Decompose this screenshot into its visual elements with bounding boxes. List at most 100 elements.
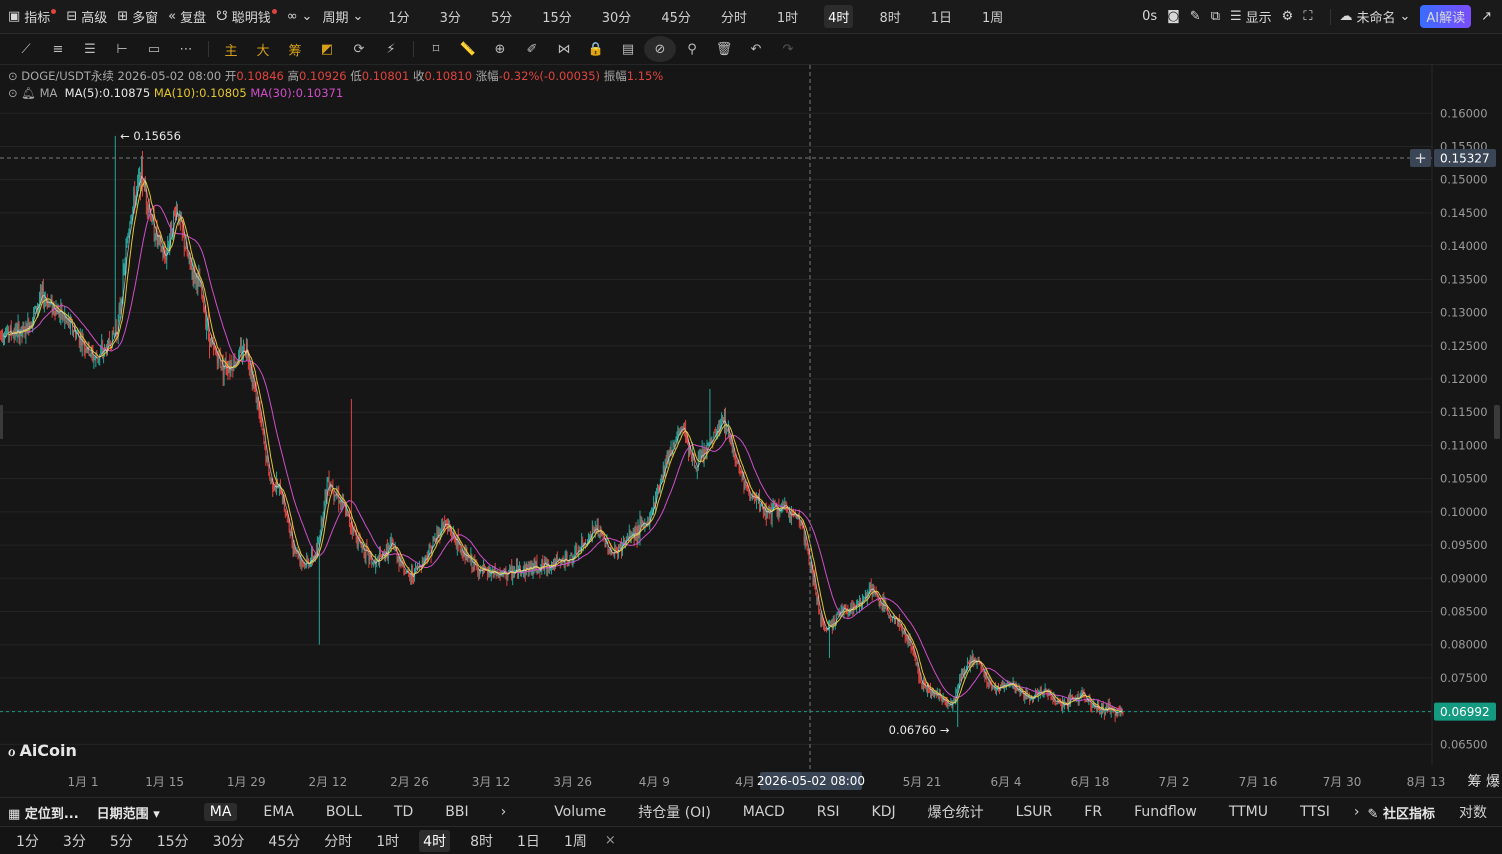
smart-money-menu[interactable]: ☋ 聪明钱 — [216, 7, 277, 26]
indicator-menu[interactable]: ▣ 指标 — [8, 7, 57, 26]
period-tab-6[interactable]: 分时 — [717, 5, 751, 28]
replay-menu[interactable]: «复盘 — [168, 7, 206, 26]
redo-icon[interactable]: ↷ — [772, 36, 804, 62]
period-tab-11[interactable]: 1周 — [978, 5, 1007, 28]
chip-icon[interactable]: 筹 — [279, 36, 311, 62]
sub-indicator-5[interactable]: 爆仓统计 — [922, 801, 990, 823]
bottom-period-4[interactable]: 30分 — [209, 830, 249, 852]
glasses-menu[interactable]: ∞ ⌄ — [287, 9, 313, 24]
sub-indicator-8[interactable]: Fundflow — [1128, 803, 1203, 821]
period-tab-4[interactable]: 30分 — [598, 5, 636, 28]
main-force-icon[interactable]: 主 — [215, 36, 247, 62]
bottom-period-9[interactable]: 8时 — [466, 830, 497, 852]
magnet-icon[interactable]: ⋈ — [548, 36, 580, 62]
horizontal-lines-icon[interactable]: ☰ — [74, 36, 106, 62]
filter-icon[interactable]: ⚲ — [676, 36, 708, 62]
link-icon[interactable]: ⊘ — [644, 36, 676, 62]
sub-indicator-1[interactable]: 持仓量 (OI) — [632, 801, 717, 823]
more-main-indicators-icon[interactable]: › — [495, 803, 513, 821]
candle-body — [1029, 697, 1031, 700]
ai-interpret-button[interactable]: AI解读 — [1420, 5, 1472, 28]
tag-icon[interactable]: ⌑ — [420, 36, 452, 62]
bottom-period-11[interactable]: 1周 — [560, 830, 591, 852]
chip-distribution-button[interactable]: 筹 — [1468, 774, 1482, 790]
price-chart[interactable]: 0.160000.155000.150000.145000.140000.135… — [0, 65, 1502, 795]
bottom-period-8[interactable]: 4时 — [419, 829, 451, 852]
rectangle-icon[interactable]: ▭ — [138, 36, 170, 62]
undo-icon[interactable]: ↶ — [740, 36, 772, 62]
main-indicator-0[interactable]: MA — [203, 803, 238, 821]
bell-icon[interactable]: 🔔︎ — [21, 86, 36, 100]
bottom-period-0[interactable]: 1分 — [12, 830, 43, 852]
period-tab-3[interactable]: 15分 — [538, 5, 576, 28]
sub-indicator-10[interactable]: TTSI — [1294, 803, 1336, 821]
refresh-icon[interactable]: ⟳ — [343, 36, 375, 62]
period-tab-5[interactable]: 45分 — [657, 5, 695, 28]
period-tab-1[interactable]: 3分 — [436, 5, 465, 28]
main-indicator-4[interactable]: BBI — [439, 803, 474, 821]
candle-body — [1051, 698, 1053, 700]
sub-indicator-2[interactable]: MACD — [737, 803, 791, 821]
trendline-tool-icon[interactable]: ⟋ — [10, 36, 42, 62]
community-indicator-button[interactable]: ✎ 社区指标 — [1368, 803, 1435, 822]
trash-icon[interactable]: 🗑 — [708, 36, 740, 62]
bottom-period-6[interactable]: 分时 — [320, 830, 356, 852]
pen-icon[interactable]: ✎ — [1190, 9, 1201, 24]
candle-body — [320, 518, 322, 532]
multi-window-menu[interactable]: ⊞ 多窗 — [117, 7, 158, 26]
advanced-menu[interactable]: ⊟ 高级 — [66, 7, 107, 26]
main-indicator-3[interactable]: TD — [388, 803, 419, 821]
trend-icon[interactable]: ↗ — [1481, 9, 1492, 24]
bottom-period-3[interactable]: 15分 — [153, 830, 193, 852]
main-indicator-1[interactable]: EMA — [257, 803, 300, 821]
zoom-icon[interactable]: ⊕ — [484, 36, 516, 62]
large-order-icon[interactable]: 大 — [247, 36, 279, 62]
parallel-lines-icon[interactable]: ≡ — [42, 36, 74, 62]
close-icon[interactable]: × — [605, 833, 616, 848]
layout-dropdown[interactable]: ☁ 未命名 ⌄ — [1339, 7, 1410, 26]
more-sub-indicators-icon[interactable]: › — [1348, 803, 1366, 821]
display-menu[interactable]: ☰ 显示 — [1230, 7, 1272, 26]
bottom-period-5[interactable]: 45分 — [264, 830, 304, 852]
lock-icon[interactable]: 🔒 — [580, 36, 612, 62]
magic-icon[interactable]: ⚡ — [375, 36, 407, 62]
period-tab-7[interactable]: 1时 — [773, 5, 802, 28]
bottom-period-2[interactable]: 5分 — [106, 830, 137, 852]
collapse-icon[interactable]: ⊙ — [8, 69, 18, 83]
liquidation-button[interactable]: 爆 — [1486, 774, 1500, 790]
bottom-period-10[interactable]: 1日 — [513, 830, 544, 852]
period-tab-9[interactable]: 8时 — [875, 5, 904, 28]
candle-body — [740, 471, 742, 472]
chart-area[interactable]: 0.16000 0.15500 0.15000 0.14500 0.14000 0.135… — [0, 65, 1502, 795]
share-icon[interactable]: ⧉ — [1211, 9, 1220, 24]
bottom-period-1[interactable]: 3分 — [59, 830, 90, 852]
more-tools-icon[interactable]: ⋯ — [170, 36, 202, 62]
sub-indicator-9[interactable]: TTMU — [1223, 803, 1274, 821]
period-tab-8[interactable]: 4时 — [824, 5, 854, 28]
locate-button[interactable]: ▦ 定位到... — [8, 803, 79, 822]
fullscreen-icon[interactable]: ⛶ — [1303, 9, 1312, 24]
horizontal-ray-icon[interactable]: ⊢ — [106, 36, 138, 62]
period-tab-2[interactable]: 5分 — [487, 5, 516, 28]
bottom-period-7[interactable]: 1时 — [372, 830, 403, 852]
date-range-dropdown[interactable]: 日期范围 ▾ — [97, 803, 160, 822]
period-tab-10[interactable]: 1日 — [927, 5, 956, 28]
camera-icon[interactable]: ◙ — [1167, 9, 1180, 24]
template-icon[interactable]: ▤ — [612, 36, 644, 62]
draw-signal-icon[interactable]: ◩ — [311, 36, 343, 62]
sub-indicator-3[interactable]: RSI — [811, 803, 846, 821]
sub-indicator-7[interactable]: FR — [1078, 803, 1108, 821]
main-indicator-2[interactable]: BOLL — [320, 803, 368, 821]
log-scale-toggle[interactable]: 对数 — [1453, 801, 1493, 823]
collapse-icon[interactable]: ⊙ — [8, 86, 18, 100]
period-tab-0[interactable]: 1分 — [384, 5, 413, 28]
sub-indicator-0[interactable]: Volume — [548, 803, 612, 821]
period-dropdown[interactable]: 周期 ⌄ — [322, 7, 363, 26]
ruler-icon[interactable]: 📏 — [452, 36, 484, 62]
candle-body — [1061, 703, 1063, 709]
sub-indicator-6[interactable]: LSUR — [1010, 803, 1059, 821]
brush-icon[interactable]: ✐ — [516, 36, 548, 62]
candle-body — [941, 699, 943, 702]
sub-indicator-4[interactable]: KDJ — [866, 803, 902, 821]
settings-icon[interactable]: ⚙ — [1282, 9, 1294, 24]
